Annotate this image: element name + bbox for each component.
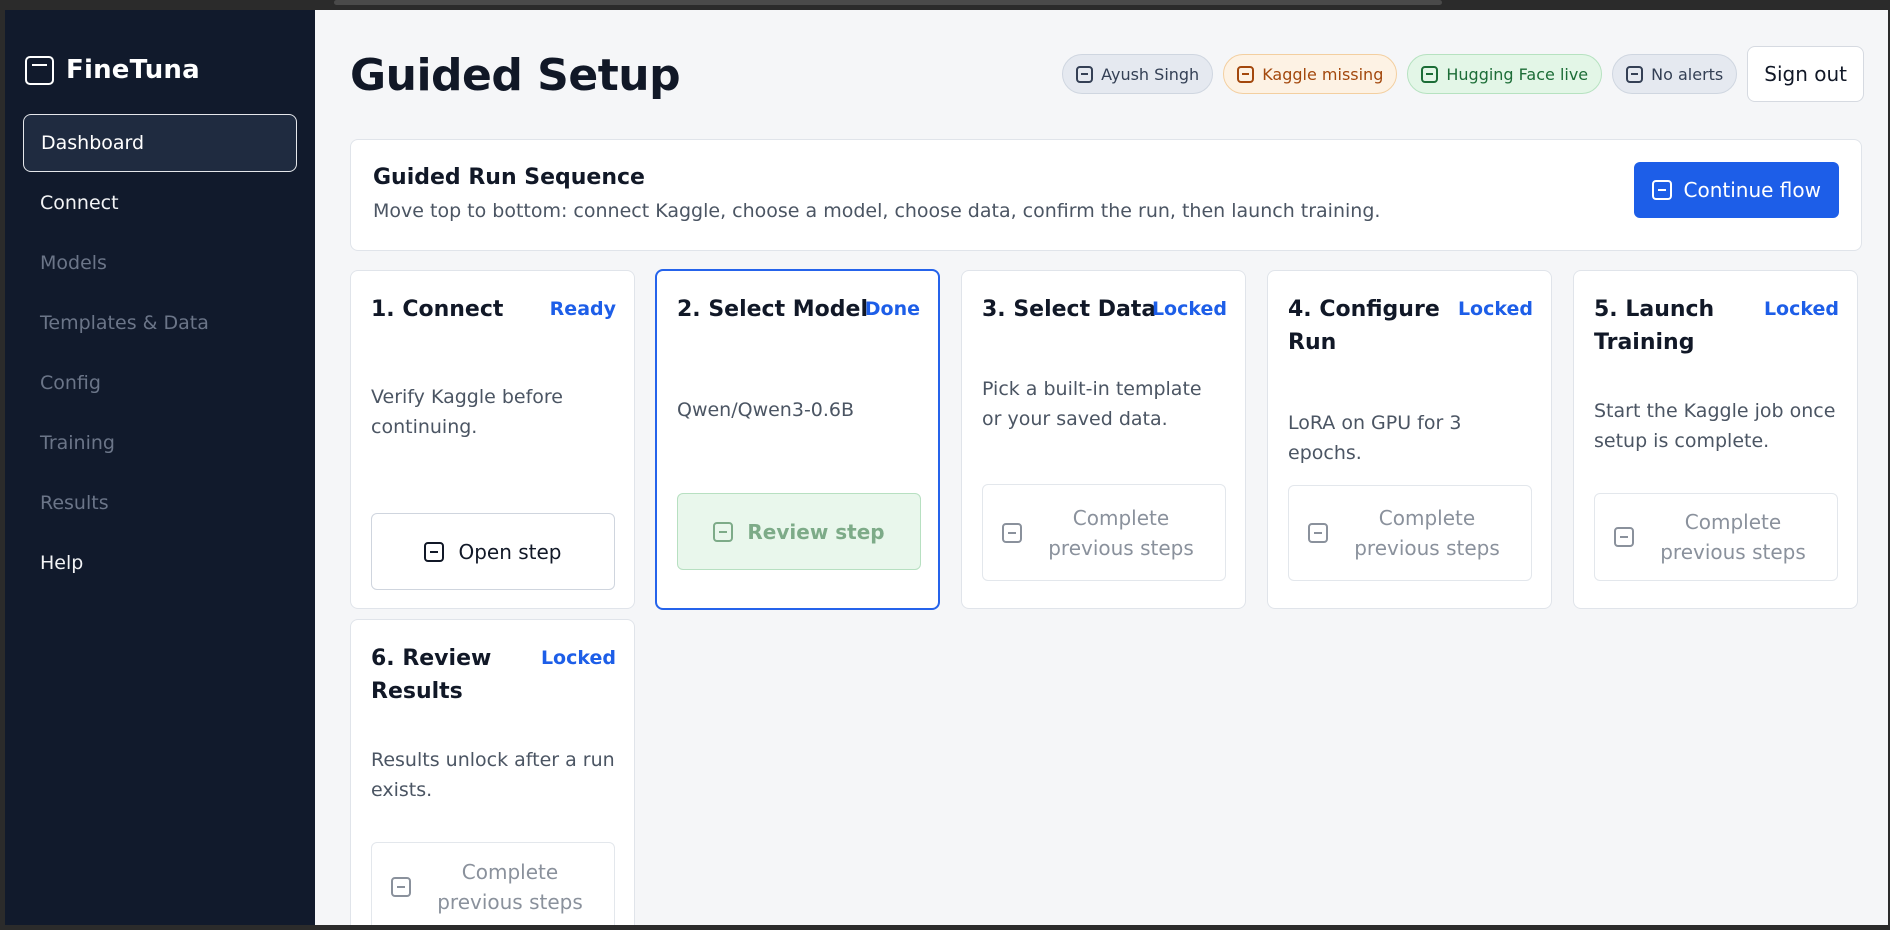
step-status-badge: Done	[864, 298, 920, 320]
continue-flow-button[interactable]: Continue flow	[1633, 162, 1839, 218]
step-title: 2. Select Model	[677, 297, 868, 322]
banner-description: Move top to bottom: connect Kaggle, choo…	[373, 200, 1381, 222]
bell-icon	[1626, 65, 1644, 83]
step-action-label: Complete previous steps	[437, 860, 583, 914]
step-description: Verify Kaggle before continuing.	[371, 386, 563, 438]
alerts-label: No alerts	[1651, 64, 1724, 84]
sidebar-item-dashboard[interactable]: Dashboard	[23, 114, 297, 172]
window-top-bar	[0, 0, 1890, 10]
status-chips: Ayush Singh Kaggle missing Hugging Face …	[1062, 46, 1864, 102]
sidebar-item-connect[interactable]: Connect	[23, 174, 297, 232]
sidebar-nav: Dashboard Connect Models Templates & Dat…	[23, 114, 297, 594]
sidebar-item-results: Results	[23, 474, 297, 532]
step-description: LoRA on GPU for 3 epochs.	[1288, 412, 1462, 464]
step-status-badge: Locked	[1151, 298, 1227, 320]
sign-out-button[interactable]: Sign out	[1747, 46, 1864, 102]
guided-run-banner: Guided Run Sequence Move top to bottom: …	[350, 139, 1862, 251]
sidebar-item-label: Config	[40, 372, 101, 394]
selected-model: Qwen/Qwen3-0.6B	[677, 399, 855, 421]
sidebar-item-config: Config	[23, 354, 297, 412]
kaggle-status-label: Kaggle missing	[1262, 64, 1384, 84]
user-chip[interactable]: Ayush Singh	[1062, 54, 1214, 94]
step-card-connect: 1. Connect Ready Verify Kaggle before co…	[350, 270, 635, 609]
locked-step-button: Complete previous steps	[1288, 485, 1532, 581]
sidebar-item-training: Training	[23, 414, 297, 472]
brand[interactable]: FineTuna	[25, 45, 200, 95]
step-description: Start the Kaggle job once setup is compl…	[1594, 400, 1836, 452]
open-step-button[interactable]: Open step	[371, 513, 615, 590]
step-description: Pick a built-in template or your saved d…	[982, 378, 1202, 430]
sidebar-item-templates-data: Templates & Data	[23, 294, 297, 352]
step-action-label: Complete previous steps	[1048, 505, 1194, 560]
sidebar-item-models: Models	[23, 234, 297, 292]
step-card-review-results: 6. Review Results Locked Results unlock …	[350, 619, 635, 925]
step-status-badge: Locked	[1763, 298, 1839, 320]
review-icon	[713, 521, 734, 542]
step-action-label: Complete previous steps	[1354, 506, 1500, 560]
window-frame-bottom	[0, 925, 1890, 930]
continue-flow-label: Continue flow	[1683, 178, 1821, 202]
step-card-select-model: 2. Select Model Done Qwen/Qwen3-0.6B Rev…	[655, 269, 940, 610]
lock-icon	[1614, 527, 1634, 547]
locked-step-button: Complete previous steps	[982, 484, 1226, 581]
step-status-badge: Locked	[540, 647, 616, 669]
open-icon	[424, 541, 445, 562]
lock-icon	[1308, 523, 1328, 543]
play-icon	[1651, 180, 1672, 200]
step-status-badge: Locked	[1457, 298, 1533, 320]
step-description: Results unlock after a run exists.	[371, 749, 615, 801]
step-title: 5. Launch Training	[1594, 297, 1715, 355]
step-action-label: Review step	[747, 519, 885, 544]
sidebar-item-label: Training	[40, 432, 115, 454]
step-title: 6. Review Results	[371, 646, 492, 704]
step-status-badge: Ready	[549, 298, 616, 320]
huggingface-status-label: Hugging Face live	[1446, 64, 1589, 84]
review-step-button[interactable]: Review step	[677, 493, 921, 570]
app-logo-icon	[25, 55, 54, 85]
step-card-configure-run: 4. Configure Run Locked LoRA on GPU for …	[1267, 270, 1552, 609]
check-icon	[1421, 65, 1439, 83]
warning-icon	[1237, 65, 1255, 83]
user-chip-label: Ayush Singh	[1101, 64, 1200, 84]
lock-icon	[391, 877, 411, 897]
banner-title: Guided Run Sequence	[373, 165, 645, 190]
step-title: 3. Select Data	[982, 297, 1157, 322]
user-icon	[1076, 65, 1094, 83]
locked-step-button: Complete previous steps	[1594, 493, 1838, 581]
horizontal-scrollbar[interactable]	[334, 0, 1442, 5]
sidebar-item-label: Help	[40, 552, 84, 574]
step-action-label: Complete previous steps	[1660, 510, 1806, 564]
step-card-launch-training: 5. Launch Training Locked Start the Kagg…	[1573, 270, 1858, 609]
sidebar-item-help[interactable]: Help	[23, 534, 297, 592]
step-card-select-data: 3. Select Data Locked Pick a built-in te…	[961, 270, 1246, 609]
step-title: 4. Configure Run	[1288, 297, 1440, 355]
main-content: Guided Setup Ayush Singh Kaggle missing …	[315, 10, 1888, 925]
kaggle-status-chip[interactable]: Kaggle missing	[1223, 54, 1398, 94]
sidebar-item-label: Dashboard	[41, 132, 145, 154]
locked-step-button: Complete previous steps	[371, 842, 615, 925]
huggingface-status-chip[interactable]: Hugging Face live	[1407, 54, 1603, 94]
sidebar: FineTuna Dashboard Connect Models Templa…	[5, 10, 315, 925]
brand-name: FineTuna	[66, 55, 200, 85]
sidebar-item-label: Results	[40, 492, 109, 514]
sidebar-item-label: Models	[40, 252, 107, 274]
sidebar-item-label: Connect	[40, 192, 119, 214]
step-action-label: Open step	[458, 539, 562, 564]
page-title: Guided Setup	[350, 50, 681, 101]
alerts-chip[interactable]: No alerts	[1612, 54, 1738, 94]
lock-icon	[1002, 522, 1022, 543]
step-title: 1. Connect	[371, 297, 504, 322]
sidebar-item-label: Templates & Data	[40, 312, 209, 334]
